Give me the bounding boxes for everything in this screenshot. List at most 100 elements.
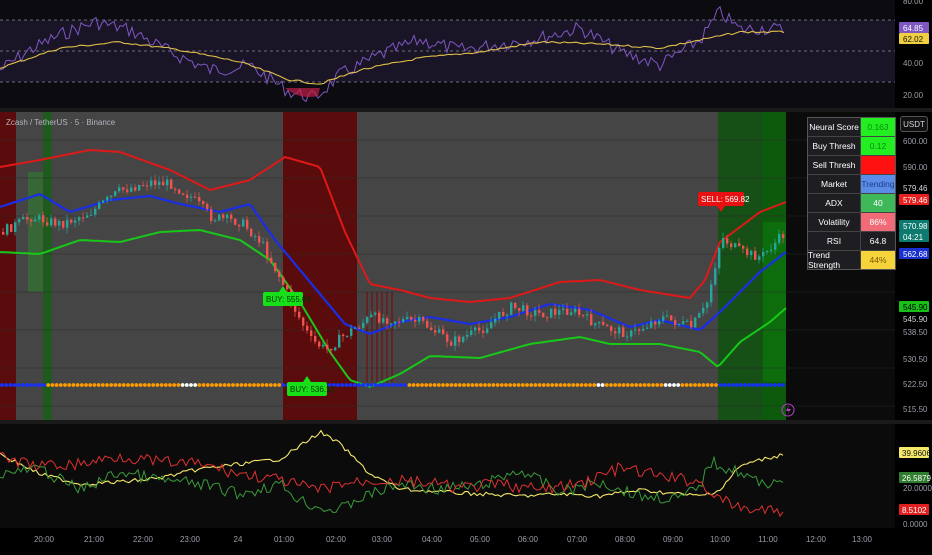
candle-body [518, 308, 521, 311]
signal-dot [180, 383, 185, 387]
price-axis-label: 522.50 [903, 380, 928, 389]
signal-dot [432, 383, 437, 387]
signal-dot [693, 383, 697, 387]
signal-dot [638, 383, 643, 387]
price-tag-label: 579.46 [903, 196, 928, 205]
candle-body [742, 246, 745, 249]
signal-dot [751, 383, 756, 387]
time-axis[interactable]: 20:00 21:00 22:00 23:00 24 01:00 02:00 03:00 04:… [0, 528, 932, 550]
candle-body [554, 308, 557, 315]
candle-body [470, 330, 473, 335]
panel-label: ADX [808, 194, 861, 212]
signal-dot [453, 383, 458, 387]
candle-body [670, 315, 673, 321]
signal-dot [726, 383, 731, 387]
price-tag-label: 545.90 [903, 303, 928, 312]
signal-dot [646, 383, 651, 387]
signal-dot [222, 383, 227, 387]
signal-dot [92, 383, 97, 387]
panel-row: Market Trending [808, 175, 895, 194]
candle-body [210, 209, 213, 222]
oscillator-pane[interactable]: 20.0000 0.0000 39.9606 26.5879 8.5102 [0, 424, 932, 528]
candle-body [186, 194, 189, 198]
signal-dot [365, 383, 370, 387]
candle-body [242, 219, 245, 227]
signal-dot [760, 383, 765, 387]
candle-body [666, 315, 669, 317]
candle-body [90, 214, 93, 216]
signal-dot [8, 383, 13, 387]
signal-dot [193, 383, 198, 387]
signal-dot [0, 383, 4, 387]
signal-dot [399, 383, 403, 387]
candle-body [566, 308, 569, 315]
signal-dot [621, 383, 626, 387]
candle-body [602, 321, 605, 325]
candle-body [26, 216, 29, 220]
signal-dot [596, 383, 601, 387]
signal-dot [604, 383, 609, 387]
signal-dot [79, 383, 84, 387]
osc-axis-label: 0.0000 [903, 520, 928, 528]
candle-body [10, 224, 13, 232]
candle-body [158, 181, 161, 185]
candle-body [114, 191, 117, 196]
time-label: 02:00 [326, 535, 347, 544]
candle-body [218, 214, 221, 221]
candle-body [622, 327, 625, 337]
candle-body [34, 219, 37, 222]
signal-dot [361, 383, 366, 387]
candle-body [726, 238, 729, 244]
signal-dot [134, 383, 139, 387]
signal-dot [705, 383, 710, 387]
panel-row: Volatility 86% [808, 213, 895, 232]
time-label: 01:00 [274, 535, 295, 544]
candle-body [598, 321, 601, 324]
candle-body [738, 243, 741, 247]
candle-body [618, 327, 621, 334]
rsi-pane[interactable]: 80.00 40.00 20.00 64.85 62.02 [0, 0, 932, 108]
candle-body [250, 228, 253, 237]
regime-background [718, 112, 762, 420]
time-label: 20:00 [34, 535, 55, 544]
candle-body [354, 327, 357, 329]
panel-value: Trending [861, 175, 895, 193]
oscillator-chart: 20.0000 0.0000 39.9606 26.5879 8.5102 [0, 424, 932, 528]
candle-body [282, 276, 285, 285]
price-pane[interactable]: BUY: 555.04 BUY: 536.15 SELL: 569.82 600.00… [0, 112, 932, 420]
currency-button[interactable]: USDT [900, 116, 928, 132]
candle-body [86, 215, 89, 218]
candle-body [714, 268, 717, 285]
price-axis-label: 530.50 [903, 355, 928, 364]
candle-body [362, 322, 365, 328]
panel-value: 40 [861, 194, 895, 212]
candle-body [146, 185, 149, 187]
candle-body [358, 327, 361, 329]
signal-dot [516, 383, 521, 387]
candle-body [94, 208, 97, 215]
signal-dot [42, 383, 46, 387]
candle-body [466, 334, 469, 337]
candle-body [722, 238, 725, 248]
candle-body [646, 327, 649, 329]
candle-body [746, 248, 749, 256]
candle-body [474, 327, 477, 331]
candle-body [38, 215, 41, 220]
candle-body [606, 324, 609, 327]
signal-dot [21, 383, 25, 387]
signal-dot [684, 383, 689, 387]
candle-body [494, 318, 497, 323]
signal-dot [117, 383, 122, 387]
signal-dot [688, 383, 693, 387]
signal-dot [499, 383, 504, 387]
time-label: 22:00 [133, 535, 154, 544]
rsi-value-label: 62.02 [903, 35, 924, 44]
candle-body [154, 180, 157, 185]
signal-dot [466, 383, 471, 387]
panel-row: Sell Thresh -0.12 [808, 156, 895, 175]
signal-dot [541, 383, 546, 387]
signal-dot [168, 383, 172, 387]
signal-dot [268, 383, 273, 387]
bull-zone [28, 172, 43, 292]
signal-dot [411, 383, 416, 387]
